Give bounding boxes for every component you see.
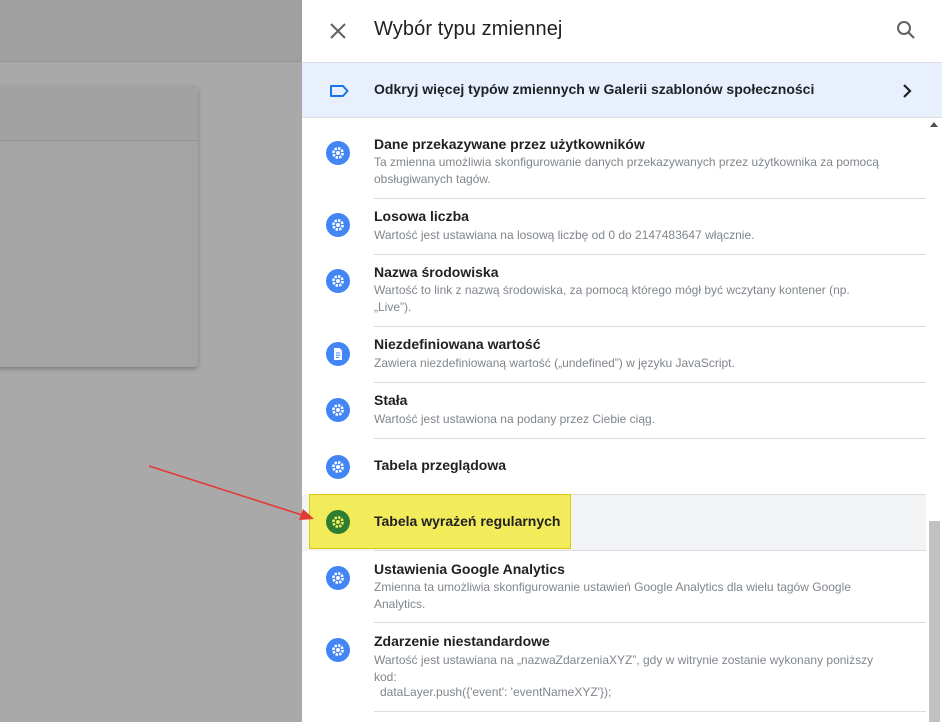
tag-icon (330, 85, 349, 97)
close-button[interactable] (326, 19, 350, 43)
list-item-lookup-table[interactable]: Tabela przeglądowa (302, 439, 926, 495)
list-item-description: Ta zmienna umożliwia skonfigurowanie dan… (374, 155, 879, 186)
list-item-description: Zawiera niezdefiniowaną wartość („undefi… (374, 356, 735, 370)
list-item-description: Wartość jest ustawiana na „nazwaZdarzeni… (374, 653, 874, 684)
gear-icon (326, 269, 350, 293)
scrollbar-thumb[interactable] (929, 521, 940, 722)
chevron-right-icon (903, 84, 912, 98)
gear-icon (326, 213, 350, 237)
list-item-title: Niezdefiniowana wartość (374, 336, 541, 352)
list-item-google-analytics-settings[interactable]: Ustawienia Google Analytics Zmienna ta u… (302, 551, 926, 623)
background-card-header (0, 86, 198, 141)
panel-title: Wybór typu zmiennej (374, 18, 563, 40)
list-item-title: Ustawienia Google Analytics (374, 561, 565, 577)
gear-icon (326, 141, 350, 165)
list-item-environment-name[interactable]: Nazwa środowiska Wartość to link z nazwą… (302, 255, 926, 327)
scrollbar[interactable] (926, 118, 942, 722)
list-item-title: Nazwa środowiska (374, 264, 499, 280)
list-item-title: Stała (374, 392, 408, 408)
list-item-description: Zmienna ta umożliwia skonfigurowanie ust… (374, 580, 851, 611)
gear-icon (326, 510, 350, 534)
list-item-title: Tabela wyrażeń regularnych (374, 513, 561, 529)
list-item-title: Zdarzenie niestandardowe (374, 633, 550, 649)
document-icon (326, 342, 350, 366)
list-item-title: Tabela przeglądowa (374, 457, 506, 473)
list-item-description: Wartość jest ustawiona na podany przez C… (374, 412, 656, 426)
variable-type-panel: Wybór typu zmiennej Odkryj więcej typów … (302, 0, 942, 722)
search-icon (897, 21, 915, 39)
list-item-description: Wartość to link z nazwą środowiska, za p… (374, 283, 850, 314)
gear-icon (326, 638, 350, 662)
search-button[interactable] (894, 18, 918, 42)
list-item-undefined-value[interactable]: Niezdefiniowana wartość Zawiera niezdefi… (302, 327, 926, 383)
gear-icon (326, 566, 350, 590)
close-icon (330, 23, 346, 39)
list-item-random-number[interactable]: Losowa liczba Wartość jest ustawiana na … (302, 199, 926, 255)
list-item-title: Dane przekazywane przez użytkowników (374, 136, 645, 152)
list-item-user-provided-data[interactable]: Dane przekazywane przez użytkowników Ta … (302, 118, 926, 199)
background-header (0, 0, 302, 62)
background-card (0, 86, 198, 367)
list-item-constant[interactable]: Stała Wartość jest ustawiona na podany p… (302, 383, 926, 439)
panel-header: Wybór typu zmiennej (302, 0, 942, 62)
community-gallery-banner[interactable]: Odkryj więcej typów zmiennych w Galerii … (302, 62, 942, 118)
list-item-code-sample: dataLayer.push({'event': 'eventNameXYZ'}… (380, 685, 612, 699)
variable-type-list: Dane przekazywane przez użytkowników Ta … (302, 118, 926, 722)
gear-icon (326, 398, 350, 422)
scroll-up-arrow[interactable] (930, 122, 938, 127)
gear-icon (326, 455, 350, 479)
community-gallery-label: Odkryj więcej typów zmiennych w Galerii … (374, 81, 815, 97)
list-item-custom-event[interactable]: Zdarzenie niestandardowe Wartość jest us… (302, 623, 926, 712)
divider (374, 711, 926, 712)
list-item-title: Losowa liczba (374, 208, 469, 224)
list-item-description: Wartość jest ustawiana na losową liczbę … (374, 228, 755, 242)
